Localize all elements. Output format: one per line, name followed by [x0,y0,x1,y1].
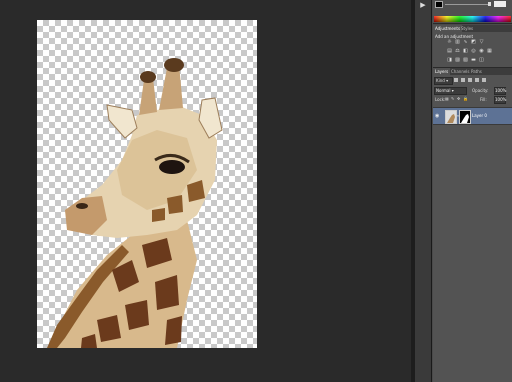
adjustment-icons-row-3: ◨ ▨ ▧ ▬ ◫ [447,58,484,63]
blend-mode-value: Normal [436,88,451,93]
hue-sat-icon[interactable]: ▤ [447,49,452,54]
vibrance-icon[interactable]: ▽ [479,40,484,45]
adjustment-filter-icon[interactable] [461,78,465,82]
opacity-input[interactable]: 100% [494,87,506,95]
lock-position-icon[interactable]: ✥ [457,97,461,101]
layer-mask-image [460,111,470,123]
color-slider-value[interactable] [494,1,506,7]
tab-adjustments[interactable]: Adjustments [433,25,463,32]
layer-row[interactable]: ◉ ∞ Layer 0 [433,107,512,125]
eye-icon[interactable]: ◉ [435,113,441,119]
color-slider-track[interactable] [445,4,491,5]
posterize-icon[interactable]: ▨ [455,58,460,63]
smart-object-filter-icon[interactable] [482,78,486,82]
curves-icon[interactable]: ∿ [463,40,468,45]
invert-icon[interactable]: ◨ [447,58,452,63]
lock-image-icon[interactable]: ✎ [451,97,455,101]
foreground-color-swatch[interactable] [435,1,443,8]
pixel-filter-icon[interactable] [454,78,458,82]
filter-icons [454,78,486,82]
gradient-map-icon[interactable]: ▬ [471,58,476,63]
levels-icon[interactable]: ▥ [455,40,460,45]
adjustment-icons-row-2: ▤ ⚖ ◧ ◎ ◉ ▦ [447,49,492,54]
tab-styles[interactable]: Styles [459,25,475,32]
panel-iconbar: ▶ [415,0,432,382]
tab-paths[interactable]: Paths [469,68,484,75]
color-lookup-icon[interactable]: ▦ [487,49,492,54]
fill-input[interactable]: 100% [494,96,506,104]
color-slider-knob[interactable] [488,2,491,6]
fill-label: Fill: [480,97,487,102]
color-balance-icon[interactable]: ⚖ [455,49,460,54]
play-icon[interactable]: ▶ [418,1,428,10]
layers-tabbar: Layers Channels Paths [433,68,512,75]
document-workspace [0,0,411,382]
adjustments-tabbar: Adjustments Styles [433,25,512,32]
lock-all-icon[interactable]: 🔒 [463,97,468,101]
tab-layers[interactable]: Layers [433,68,451,75]
lock-transparency-icon[interactable]: ▦ [445,97,449,101]
layer-thumbnail-image [447,114,455,123]
opacity-label: Opacity: [472,88,489,93]
exposure-icon[interactable]: ◩ [471,40,476,45]
lock-label: Lock: [435,97,446,102]
brightness-icon[interactable]: ☼ [447,40,452,45]
adjustment-icons-row-1: ☼ ▥ ∿ ◩ ▽ [447,40,484,45]
channel-mixer-icon[interactable]: ◉ [479,49,484,54]
layer-name[interactable]: Layer 0 [472,113,487,119]
document-canvas[interactable] [37,20,257,348]
kind-filter-dropdown[interactable]: Kind ▾ [434,77,453,85]
shape-filter-icon[interactable] [475,78,479,82]
color-spectrum[interactable] [434,16,511,22]
blend-row: Normal ▾ Opacity: 100% [434,87,511,95]
blend-mode-dropdown[interactable]: Normal ▾ [434,87,467,95]
giraffe-image [47,58,223,348]
photo-filter-icon[interactable]: ◎ [471,49,476,54]
selective-color-icon[interactable]: ◫ [479,58,484,63]
layers-panel: Layers Channels Paths Kind ▾ Normal ▾ Op… [433,68,512,382]
color-panel [433,0,512,24]
type-filter-icon[interactable] [468,78,472,82]
layer-mask-thumbnail[interactable] [459,110,471,124]
kind-filter-label: Kind [436,78,445,83]
lock-row: Lock: ▦ ✎ ✥ 🔒 Fill: 100% [434,96,511,104]
bw-icon[interactable]: ◧ [463,49,468,54]
layer-filter-row: Kind ▾ [434,77,511,85]
threshold-icon[interactable]: ▧ [463,58,468,63]
adjustments-panel: Adjustments Styles Add an adjustment ☼ ▥… [433,25,512,68]
lock-icons: ▦ ✎ ✥ 🔒 [445,97,468,101]
